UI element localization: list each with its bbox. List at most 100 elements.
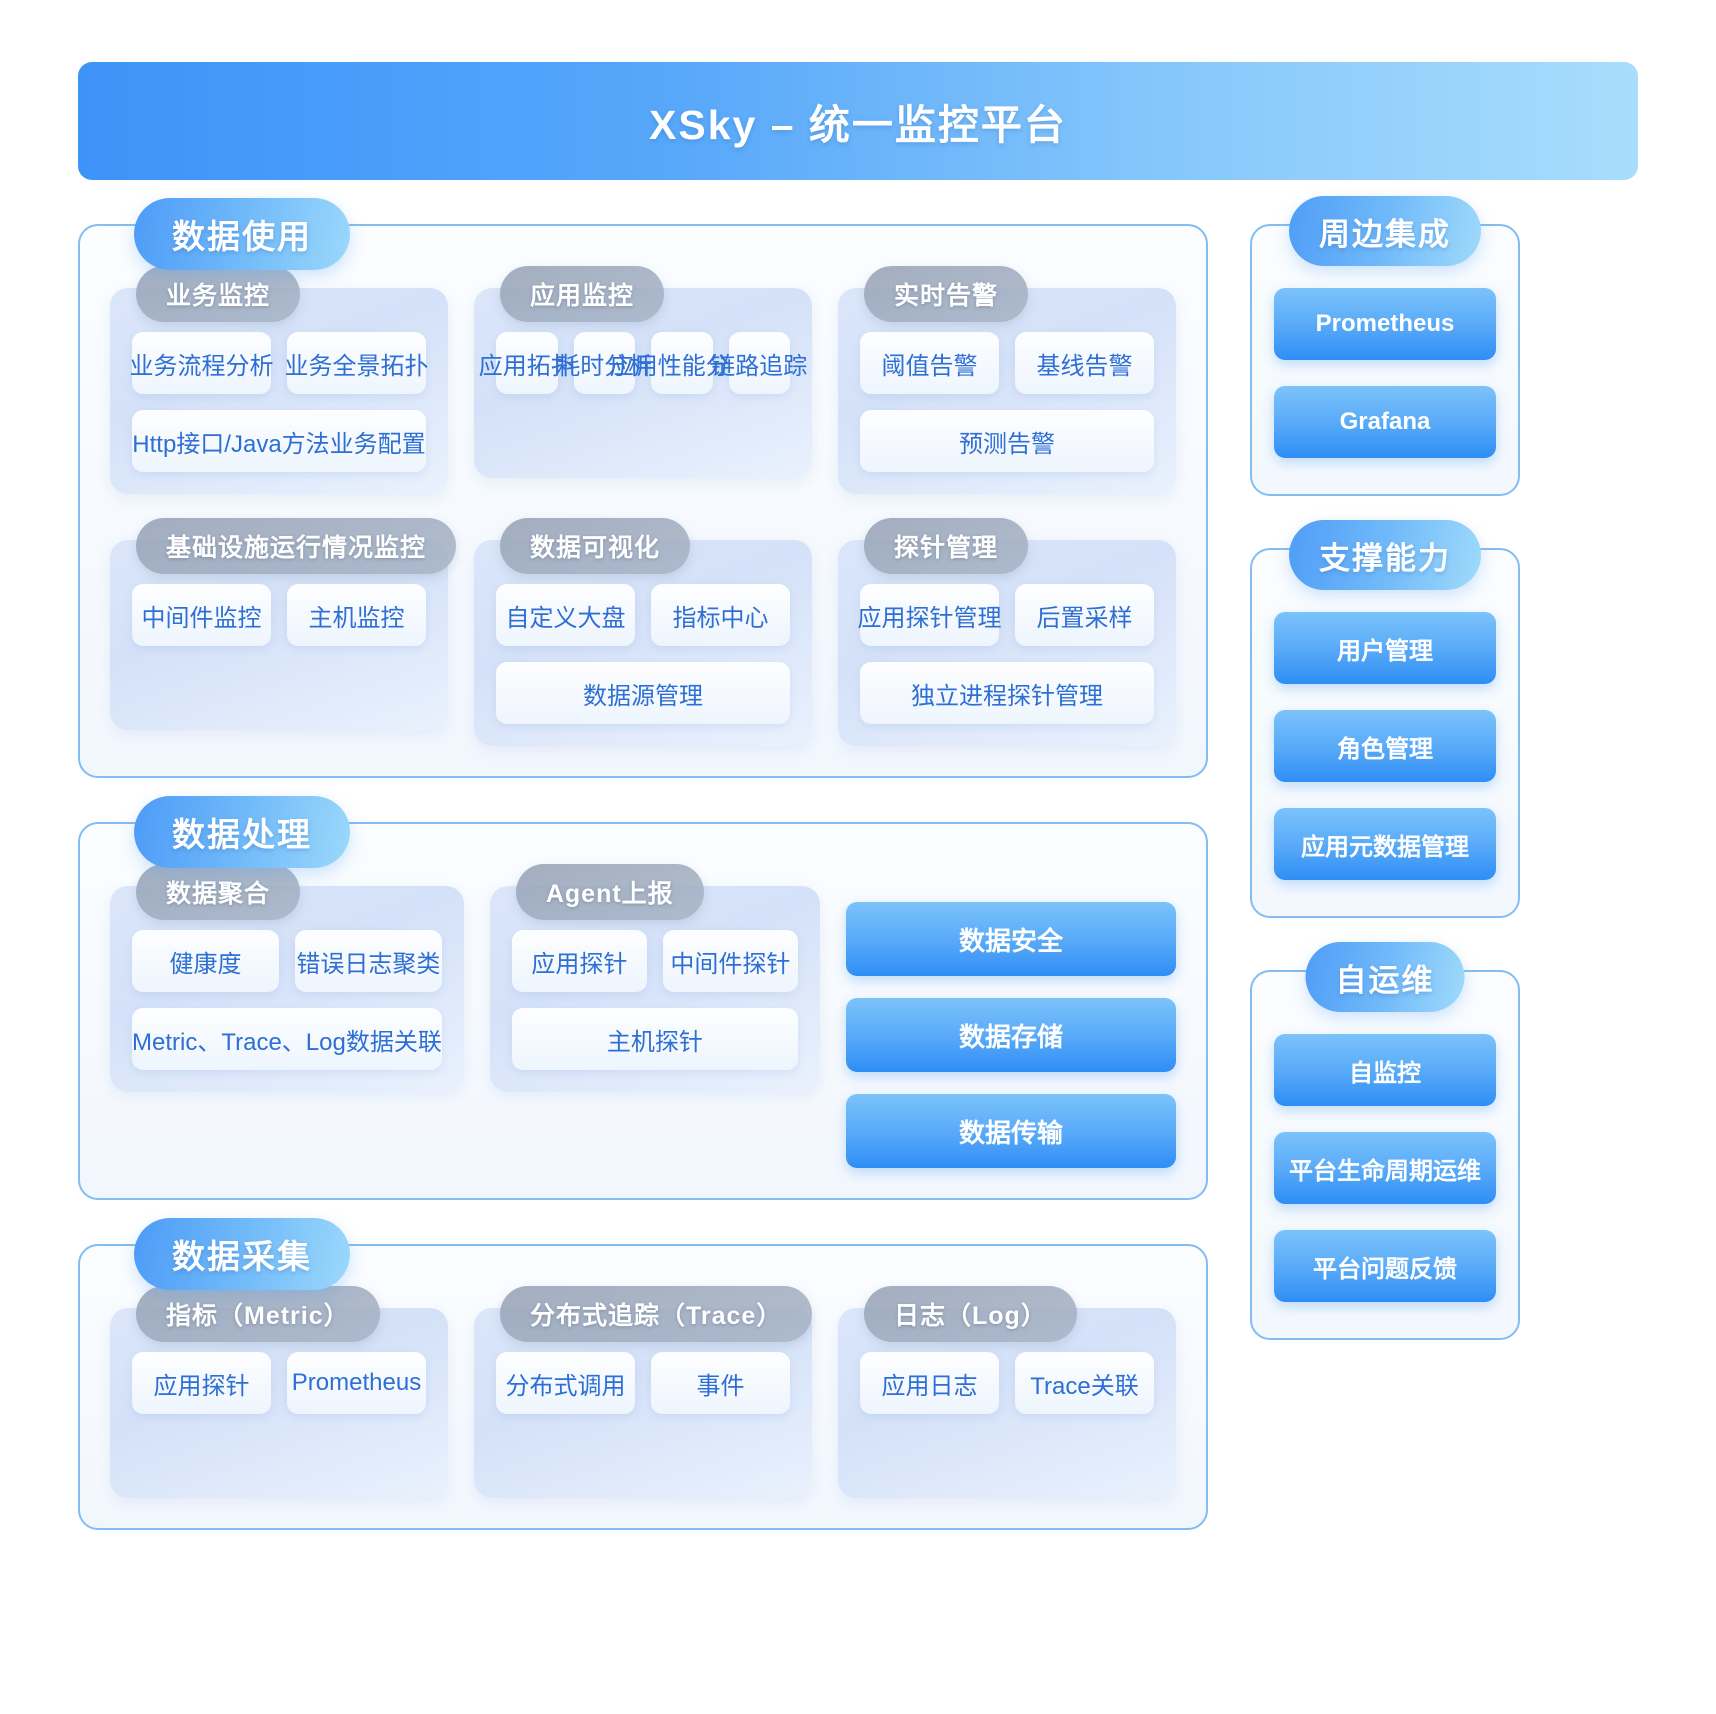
rail-button[interactable]: Prometheus <box>1274 288 1496 360</box>
section-label: 数据采集 <box>134 1218 350 1290</box>
feature-chip[interactable]: 后置采样 <box>1015 584 1154 646</box>
group-items: 阈值告警 基线告警预测告警 <box>860 332 1154 472</box>
rail-panel: 自监控平台生命周期运维 平台问题反馈 <box>1250 970 1520 1340</box>
feature-chip[interactable]: 阈值告警 <box>860 332 999 394</box>
group-实时告警: 实时告警阈值告警 基线告警预测告警 <box>838 266 1176 494</box>
rail-自运维: 自运维自监控平台生命周期运维 平台问题反馈 <box>1250 942 1520 1340</box>
feature-chip[interactable]: 数据源管理 <box>496 662 790 724</box>
group-title: 实时告警 <box>864 266 1029 322</box>
group-items: 自定义大盘 指标中心数据源管理 <box>496 584 790 724</box>
rail-button[interactable]: Grafana <box>1274 386 1496 458</box>
feature-chip[interactable]: 中间件探针 <box>662 930 798 992</box>
action-button[interactable]: 数据传输 <box>845 1094 1176 1168</box>
section-panel: 业务监控 业务流程分析 业务全景拓扑 Http接口/Java方法业务配置 应用监控 应用拓… <box>78 224 1208 778</box>
group-title: 数据可视化 <box>500 518 691 574</box>
section-数据采集: 数据采集 指标（Metric） 应用探针 Prometheus 分布式追踪（Trace）… <box>78 1218 1208 1530</box>
group-指标（Metric）: 指标（Metric） 应用探针 Prometheus <box>110 1286 448 1498</box>
group-items: 应用拓扑 耗时分析 应用性能分析 链路追踪 <box>479 332 807 394</box>
diagram-body: 数据使用 业务监控 业务流程分析 业务全景拓扑 Http接口/Java方法业务配置 应用监… <box>78 196 1638 1530</box>
action-button[interactable]: 数据安全 <box>845 902 1176 976</box>
feature-chip[interactable]: 基线告警 <box>1015 332 1154 394</box>
feature-chip[interactable]: 错误日志聚类 <box>294 930 442 992</box>
group-title: 应用监控 <box>500 266 665 322</box>
rails-column: 周边集成 Prometheus Grafana 支撑能力用户管理角色管理应用元数据管理… <box>1250 196 1520 1340</box>
rail-button[interactable]: 应用元数据管理 <box>1274 808 1496 880</box>
group-日志（Log）: 日志（Log） 应用日志 Trace关联 <box>838 1286 1176 1498</box>
group-title: 分布式追踪（Trace） <box>500 1286 813 1342</box>
group-title: 基础设施运行情况监控 <box>136 518 457 574</box>
action-button[interactable]: 数据存储 <box>845 998 1176 1072</box>
rail-button[interactable]: 平台问题反馈 <box>1274 1230 1496 1302</box>
section-label: 数据处理 <box>134 796 350 868</box>
group-row: 数据聚合健康度 错误日志聚类 Metric、Trace、Log数据关联 Agent上报… <box>110 864 1176 1168</box>
section-panel: 数据聚合健康度 错误日志聚类 Metric、Trace、Log数据关联 Agent上报… <box>78 822 1208 1200</box>
rail-button[interactable]: 平台生命周期运维 <box>1274 1132 1496 1204</box>
feature-chip[interactable]: 分布式调用 <box>496 1352 635 1414</box>
section-数据使用: 数据使用 业务监控 业务流程分析 业务全景拓扑 Http接口/Java方法业务配置 应用监… <box>78 198 1208 778</box>
group-分布式追踪（Trace）: 分布式追踪（Trace） 分布式调用 事件 <box>474 1286 813 1498</box>
group-items: 应用探针管理 后置采样独立进程探针管理 <box>858 584 1154 724</box>
feature-chip[interactable]: 独立进程探针管理 <box>860 662 1154 724</box>
group-应用监控: 应用监控应用拓扑 耗时分析 应用性能分析 链路追踪 <box>474 266 812 494</box>
group-title: 指标（Metric） <box>136 1286 380 1342</box>
feature-chip[interactable]: 指标中心 <box>651 584 790 646</box>
group-row: 指标（Metric） 应用探针 Prometheus 分布式追踪（Trace） 分布式调… <box>110 1286 1176 1498</box>
feature-chip[interactable]: 预测告警 <box>860 410 1154 472</box>
group-title: Agent上报 <box>515 864 704 920</box>
group-items: 健康度 错误日志聚类 Metric、Trace、Log数据关联 <box>132 930 442 1070</box>
group-title: 日志（Log） <box>864 1286 1077 1342</box>
rail-button[interactable]: 自监控 <box>1274 1034 1496 1106</box>
group-row: 基础设施运行情况监控 中间件监控 主机监控 数据可视化 自定义大盘 指标中心 数据源管理 探针… <box>110 518 1176 746</box>
feature-chip[interactable]: 应用拓扑 <box>479 332 575 394</box>
feature-chip[interactable]: Prometheus <box>287 1352 426 1414</box>
group-items: 分布式调用 事件 <box>496 1352 790 1414</box>
feature-chip[interactable]: 业务全景拓扑 <box>285 332 429 394</box>
rail-label: 支撑能力 <box>1289 520 1481 590</box>
group-基础设施运行情况监控: 基础设施运行情况监控中间件监控 主机监控 <box>110 518 457 746</box>
group-title: 业务监控 <box>136 266 301 322</box>
rail-button[interactable]: 角色管理 <box>1274 710 1496 782</box>
group-探针管理: 探针管理应用探针管理 后置采样独立进程探针管理 <box>838 518 1176 746</box>
rail-panel: 用户管理角色管理应用元数据管理 <box>1250 548 1520 918</box>
group-items: 业务流程分析 业务全景拓扑 Http接口/Java方法业务配置 <box>130 332 429 472</box>
feature-chip[interactable]: 健康度 <box>132 930 279 992</box>
feature-chip[interactable]: 自定义大盘 <box>496 584 635 646</box>
rail-支撑能力: 支撑能力用户管理角色管理应用元数据管理 <box>1250 520 1520 918</box>
group-items: 应用日志 Trace关联 <box>860 1352 1154 1414</box>
rail-label: 自运维 <box>1305 942 1465 1012</box>
feature-chip[interactable]: 主机探针 <box>511 1008 798 1070</box>
group-数据可视化: 数据可视化自定义大盘 指标中心数据源管理 <box>474 518 812 746</box>
feature-chip[interactable]: 链路追踪 <box>711 332 807 394</box>
group-业务监控: 业务监控业务流程分析 业务全景拓扑 Http接口/Java方法业务配置 <box>110 266 448 494</box>
feature-chip[interactable]: Metric、Trace、Log数据关联 <box>132 1008 442 1070</box>
group-title: 探针管理 <box>864 518 1029 574</box>
feature-chip[interactable]: Trace关联 <box>1015 1352 1154 1414</box>
rail-label: 周边集成 <box>1289 196 1481 266</box>
feature-chip[interactable]: 应用探针 <box>132 1352 271 1414</box>
group-items: 中间件监控 主机监控 <box>132 584 426 646</box>
platform-title-bar: XSky – 统一监控平台 <box>78 62 1638 180</box>
group-row: 业务监控 业务流程分析 业务全景拓扑 Http接口/Java方法业务配置 应用监控 应用拓… <box>110 266 1176 494</box>
feature-chip[interactable]: 事件 <box>651 1352 790 1414</box>
feature-chip[interactable]: 应用性能分析 <box>610 332 754 394</box>
section-数据处理: 数据处理 数据聚合健康度 错误日志聚类 Metric、Trace、Log数据关联 Age… <box>78 796 1208 1200</box>
group-数据聚合: 数据聚合健康度 错误日志聚类 Metric、Trace、Log数据关联 <box>110 864 464 1168</box>
feature-chip[interactable]: 应用日志 <box>860 1352 999 1414</box>
feature-chip[interactable]: 业务流程分析 <box>130 332 274 394</box>
feature-chip[interactable]: 应用探针管理 <box>858 584 1002 646</box>
group-title: 数据聚合 <box>136 864 301 920</box>
group-items: 应用探针 中间件探针主机探针 <box>511 930 798 1070</box>
page-title: XSky – 统一监控平台 <box>649 102 1067 148</box>
rail-周边集成: 周边集成 Prometheus Grafana <box>1250 196 1520 496</box>
diagram-root: XSky – 统一监控平台 数据使用 业务监控业务流程分析 业务全景拓扑 Http接口… <box>0 0 1716 1714</box>
group-Agent上报: Agent上报应用探针 中间件探针主机探针 <box>489 864 820 1168</box>
section-action-buttons: 数据安全数据存储数据传输 <box>845 886 1176 1168</box>
feature-chip[interactable]: 中间件监控 <box>132 584 271 646</box>
sections-column: 数据使用 业务监控 业务流程分析 业务全景拓扑 Http接口/Java方法业务配置 应用监… <box>78 198 1208 1530</box>
group-items: 应用探针 Prometheus <box>132 1352 426 1414</box>
rail-button[interactable]: 用户管理 <box>1274 612 1496 684</box>
feature-chip[interactable]: 应用探针 <box>511 930 647 992</box>
feature-chip[interactable]: Http接口/Java方法业务配置 <box>132 410 426 472</box>
feature-chip[interactable]: 主机监控 <box>287 584 426 646</box>
section-label: 数据使用 <box>134 198 350 270</box>
